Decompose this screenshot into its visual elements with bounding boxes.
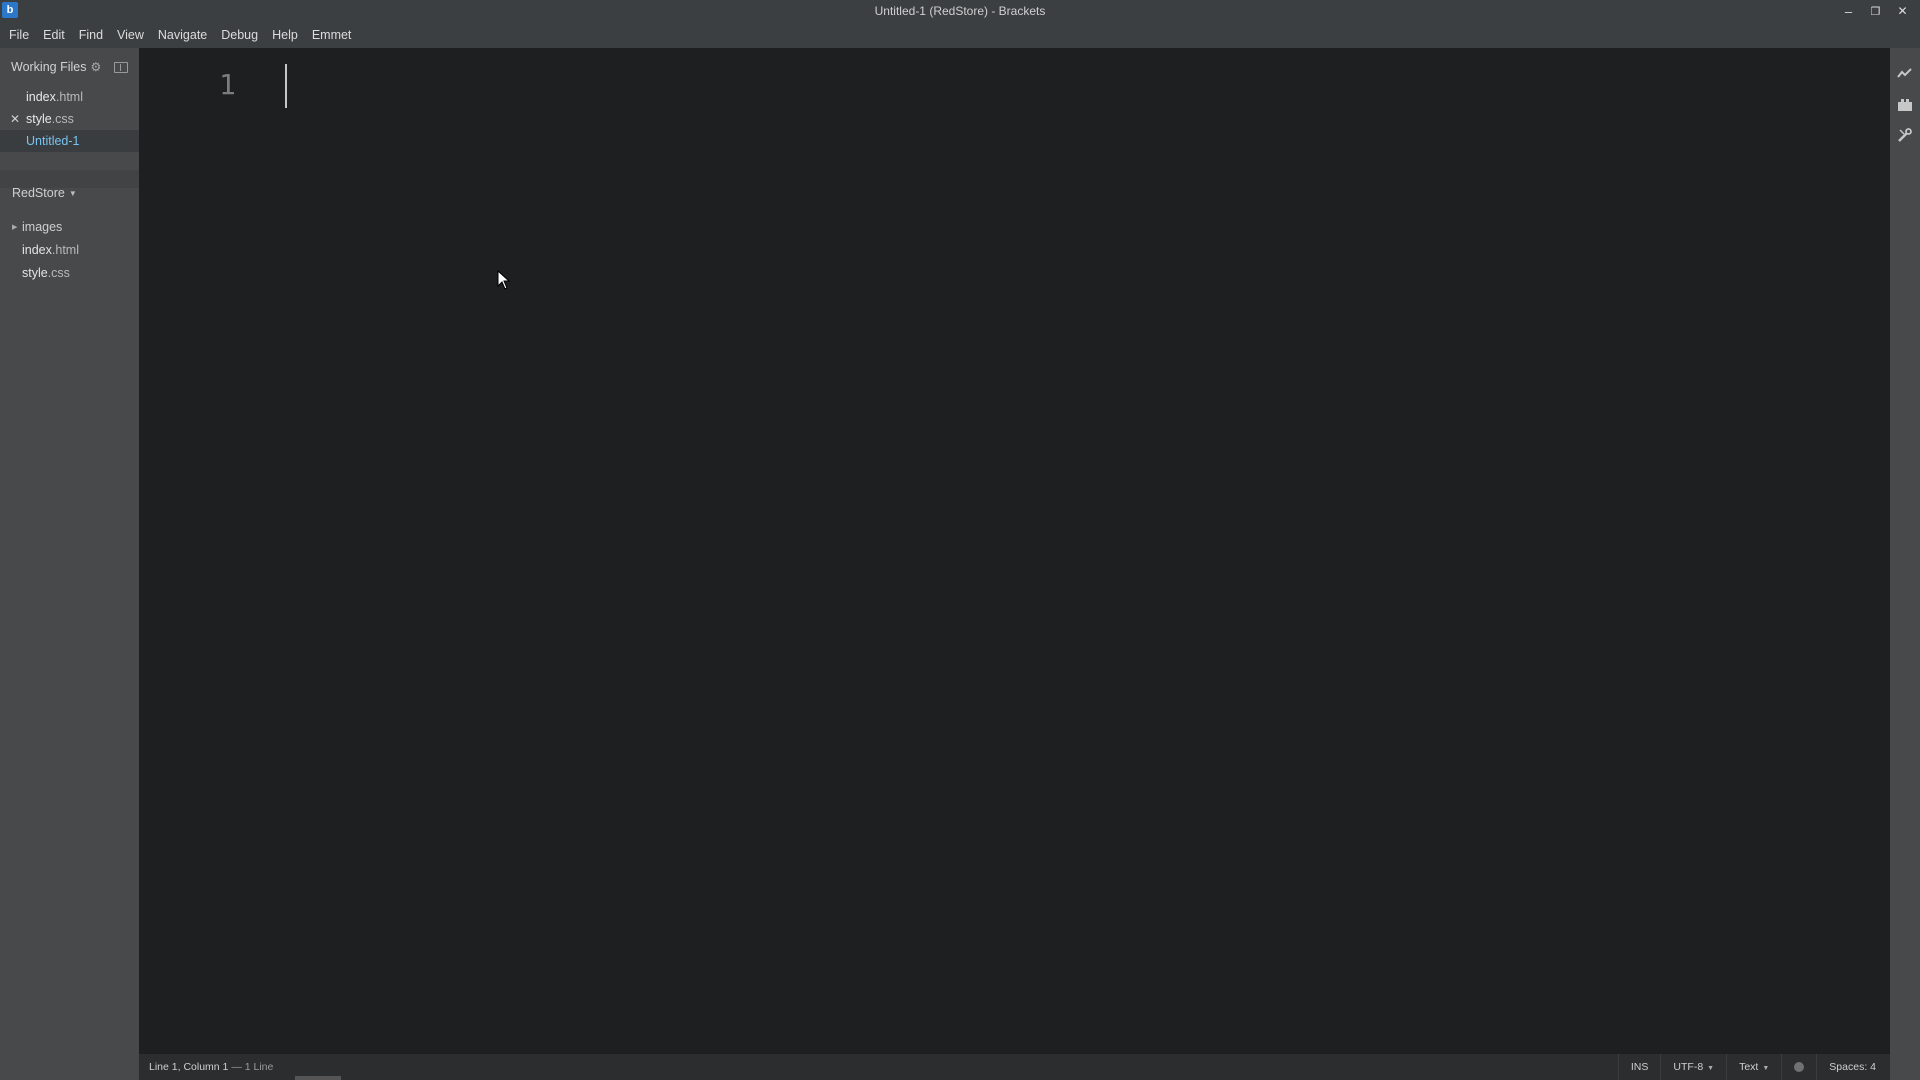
extension-manager-icon[interactable]	[1896, 96, 1914, 114]
encoding-label: UTF-8	[1673, 1061, 1704, 1073]
text-cursor	[285, 64, 287, 108]
file-name: index	[26, 90, 56, 104]
window-controls: – ❐ ✕	[1835, 0, 1916, 22]
chevron-right-icon: ▶	[12, 224, 18, 231]
menu-find[interactable]: Find	[72, 22, 110, 48]
file-name: index	[22, 243, 52, 257]
maximize-button[interactable]: ❐	[1862, 0, 1889, 22]
chevron-down-icon: ▼	[1707, 1065, 1715, 1072]
close-button[interactable]: ✕	[1889, 0, 1916, 22]
tree-folder-images[interactable]: ▶ images	[0, 216, 139, 239]
language-dropdown[interactable]: Text ▼	[1726, 1054, 1781, 1080]
right-toolbar	[1890, 48, 1920, 1080]
minimize-button[interactable]: –	[1835, 0, 1862, 22]
split-view-icon[interactable]	[114, 62, 128, 73]
tools-icon[interactable]	[1896, 126, 1914, 144]
menu-emmet[interactable]: Emmet	[305, 22, 359, 48]
encoding-dropdown[interactable]: UTF-8 ▼	[1660, 1054, 1726, 1080]
line-number: 1	[219, 68, 236, 101]
code-editor[interactable]: 1	[139, 48, 1890, 1054]
indent-setting[interactable]: Spaces: 4	[1816, 1054, 1890, 1080]
linter-status[interactable]	[1781, 1054, 1816, 1080]
chevron-down-icon: ▼	[1762, 1065, 1770, 1072]
project-name: RedStore	[12, 186, 65, 200]
cursor-position-info[interactable]: Line 1, Column 1 — 1 Line	[149, 1054, 273, 1080]
project-dropdown[interactable]: RedStore ▼	[12, 186, 77, 200]
project-file-tree: ▶ images index.html style.css	[0, 216, 139, 285]
folder-name: images	[22, 220, 63, 234]
working-file-untitled-1[interactable]: Untitled-1	[0, 130, 139, 152]
gear-icon[interactable]: ⚙	[90, 60, 101, 74]
chevron-down-icon: ▼	[68, 188, 77, 198]
working-files-header: Working Files ⚙	[11, 58, 101, 76]
menu-bar: File Edit Find View Navigate Debug Help …	[0, 22, 1920, 48]
file-ext: .html	[51, 243, 79, 257]
menu-file[interactable]: File	[2, 22, 36, 48]
window-title: Untitled-1 (RedStore) - Brackets	[874, 4, 1046, 18]
working-file-index-html[interactable]: index.html	[0, 86, 139, 108]
file-ext: .css	[47, 266, 70, 280]
tree-file-style-css[interactable]: style.css	[0, 262, 139, 285]
brackets-window: b Untitled-1 (RedStore) - Brackets – ❐ ✕…	[0, 0, 1920, 1080]
working-files-list: index.html ✕ style.css Untitled-1	[0, 86, 139, 152]
insert-mode-toggle[interactable]: INS	[1617, 1054, 1661, 1080]
menu-debug[interactable]: Debug	[214, 22, 265, 48]
status-right-group: INS UTF-8 ▼ Text ▼ Spaces: 4	[1617, 1054, 1890, 1080]
linter-dot-icon	[1794, 1062, 1805, 1073]
tree-file-index-html[interactable]: index.html	[0, 239, 139, 262]
file-name: style	[26, 112, 52, 126]
brackets-app-icon[interactable]: b	[2, 2, 18, 18]
line-count: — 1 Line	[231, 1061, 274, 1073]
status-bar: Line 1, Column 1 — 1 Line INS UTF-8 ▼ Tex…	[139, 1054, 1890, 1080]
file-name: style	[22, 266, 48, 280]
sidebar: Working Files ⚙ index.html ✕ style.css U…	[0, 48, 139, 1080]
title-bar: b Untitled-1 (RedStore) - Brackets – ❐ ✕	[0, 0, 1920, 22]
mouse-pointer-icon	[497, 270, 511, 290]
close-file-icon[interactable]: ✕	[10, 108, 20, 130]
live-preview-icon[interactable]	[1896, 64, 1914, 82]
file-ext: .css	[51, 112, 74, 126]
working-files-title: Working Files	[11, 60, 87, 74]
horizontal-scrollbar[interactable]	[295, 1076, 341, 1080]
menu-help[interactable]: Help	[265, 22, 305, 48]
menu-view[interactable]: View	[110, 22, 151, 48]
cursor-position: Line 1, Column 1	[149, 1061, 229, 1073]
working-file-style-css[interactable]: ✕ style.css	[0, 108, 139, 130]
file-ext: .html	[55, 90, 83, 104]
language-label: Text	[1739, 1061, 1759, 1073]
file-name: Untitled-1	[26, 134, 80, 148]
menu-navigate[interactable]: Navigate	[151, 22, 214, 48]
menu-edit[interactable]: Edit	[36, 22, 72, 48]
